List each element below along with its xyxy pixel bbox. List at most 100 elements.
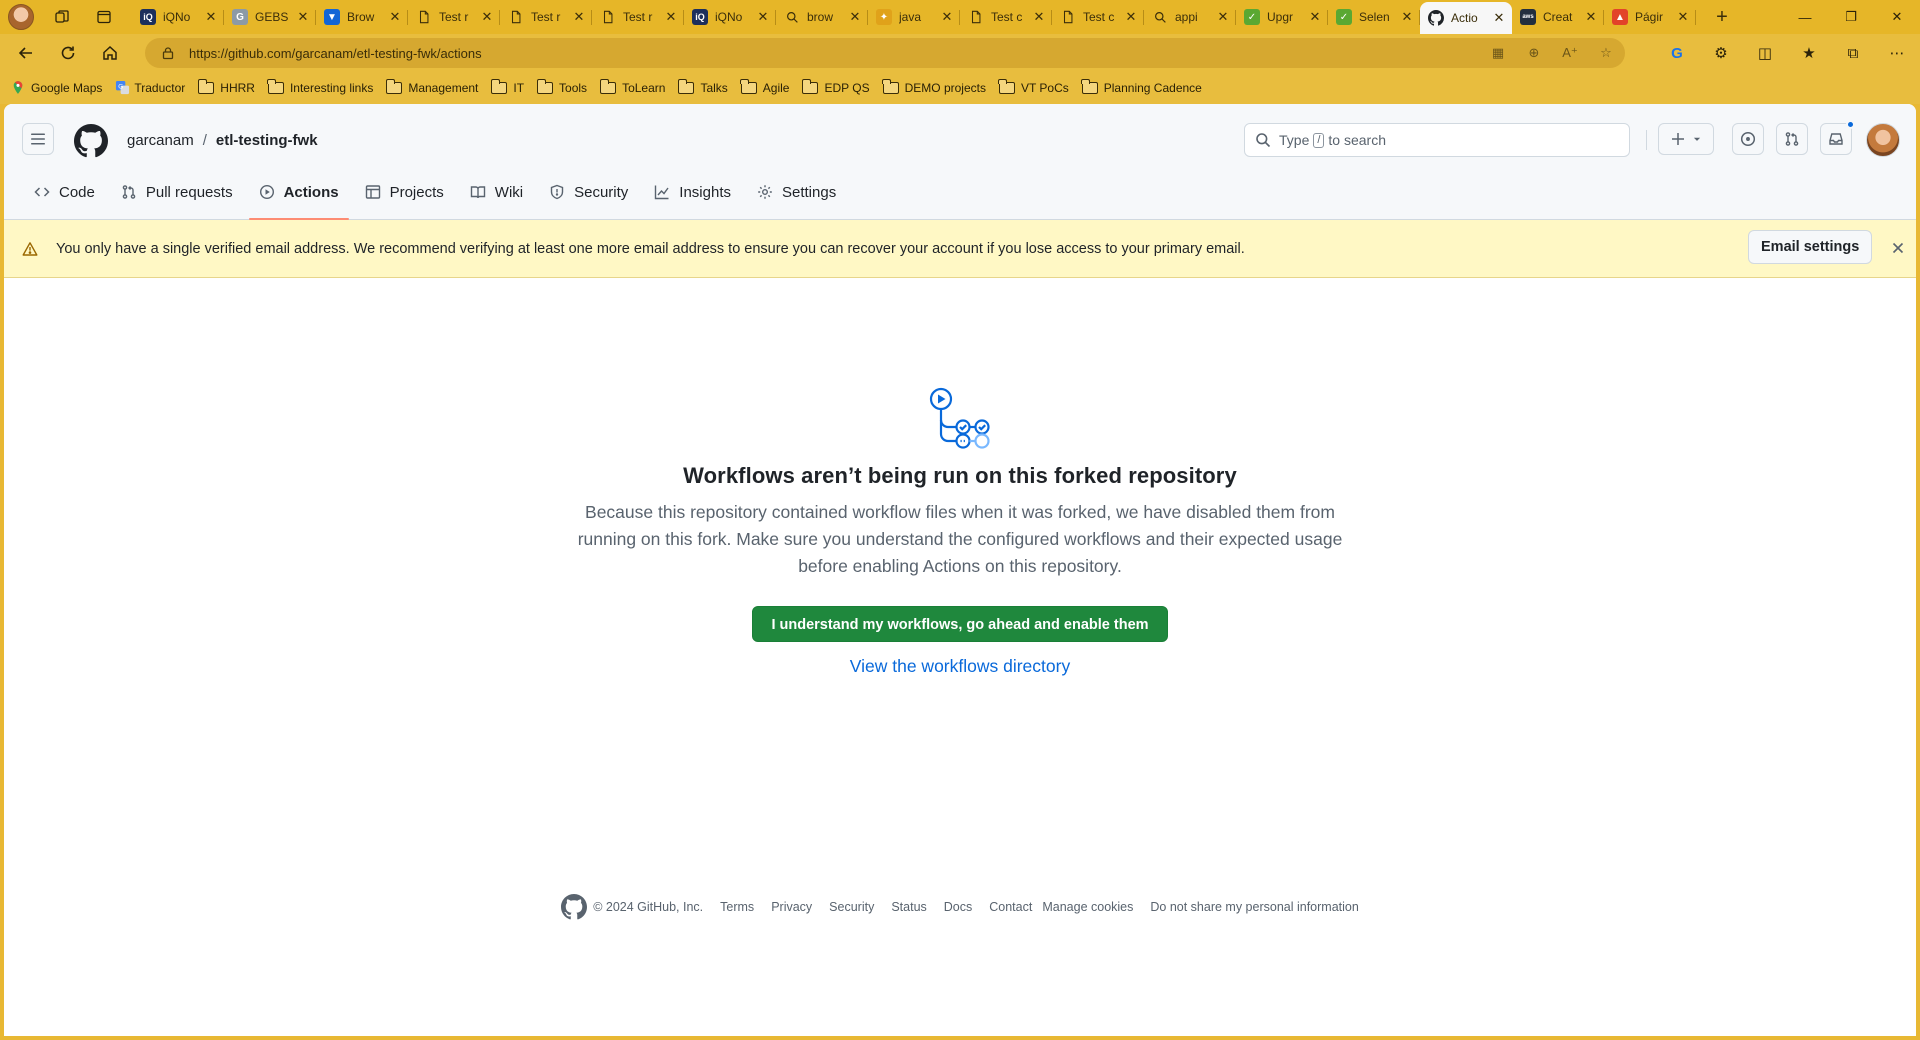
bookmark-item[interactable]: IT (490, 79, 524, 95)
browser-tab[interactable]: ▲ Págir ✕ (1604, 3, 1696, 31)
bookmark-item[interactable]: EDP QS (801, 79, 870, 95)
search-input[interactable]: Type / to search (1244, 123, 1630, 157)
browser-tab[interactable]: ✦ java ✕ (868, 3, 960, 31)
browser-tab[interactable]: ✓ Upgr ✕ (1236, 3, 1328, 31)
tab-close-icon[interactable]: ✕ (1124, 9, 1138, 24)
tab-close-icon[interactable]: ✕ (296, 9, 310, 24)
tab-code[interactable]: Code (24, 174, 105, 210)
bookmark-item[interactable]: Talks (677, 79, 728, 95)
tab-projects[interactable]: Projects (355, 174, 454, 210)
workspaces-icon[interactable] (48, 3, 76, 31)
browser-tab[interactable]: appi ✕ (1144, 3, 1236, 31)
browser-tab[interactable]: iQ iQNo ✕ (132, 3, 224, 31)
browser-tab[interactable]: Actio ✕ (1420, 2, 1512, 34)
browser-tab[interactable]: Test r ✕ (592, 3, 684, 31)
footer-link-manage-cookies[interactable]: Manage cookies (1042, 900, 1133, 914)
github-footer-logo-icon[interactable] (561, 894, 588, 920)
back-button[interactable] (10, 37, 42, 69)
split-screen-icon[interactable]: ◫ (1748, 38, 1782, 68)
close-window-button[interactable]: ✕ (1874, 0, 1920, 34)
browser-tab[interactable]: ▼ Brow ✕ (316, 3, 408, 31)
browser-tab[interactable]: Test r ✕ (408, 3, 500, 31)
zoom-icon[interactable]: ⊕ (1525, 44, 1543, 62)
tab-wiki[interactable]: Wiki (460, 174, 533, 210)
issues-button[interactable] (1732, 123, 1764, 155)
tab-close-icon[interactable]: ✕ (1584, 9, 1598, 24)
footer-link-docs[interactable]: Docs (944, 900, 972, 914)
bookmark-item[interactable]: Google Maps (12, 80, 102, 96)
browser-profile-avatar[interactable] (8, 4, 34, 30)
bookmark-item[interactable]: VT PoCs (998, 79, 1069, 95)
browser-tab[interactable]: iQ iQNo ✕ (684, 3, 776, 31)
tab-security[interactable]: Security (539, 174, 638, 210)
bookmark-item[interactable]: Management (385, 79, 478, 95)
tab-close-icon[interactable]: ✕ (1032, 9, 1046, 24)
browser-tab[interactable]: brow ✕ (776, 3, 868, 31)
footer-link-contact[interactable]: Contact (989, 900, 1032, 914)
bookmark-item[interactable]: Planning Cadence (1081, 79, 1202, 95)
tab-insights[interactable]: Insights (644, 174, 741, 210)
user-avatar[interactable] (1866, 123, 1900, 157)
new-tab-button[interactable]: + (1708, 3, 1736, 31)
restore-button[interactable]: ❐ (1828, 0, 1874, 34)
footer-link-status[interactable]: Status (891, 900, 926, 914)
create-new-button[interactable] (1658, 123, 1714, 155)
tab-actions-icon[interactable] (90, 3, 118, 31)
minimize-button[interactable]: — (1782, 0, 1828, 34)
extensions-icon[interactable]: ⚙ (1704, 38, 1738, 68)
browser-tab[interactable]: Test c ✕ (960, 3, 1052, 31)
tab-close-icon[interactable]: ✕ (1216, 9, 1230, 24)
browser-tab[interactable]: G GEBS ✕ (224, 3, 316, 31)
bookmark-item[interactable]: Agile (740, 79, 789, 95)
bookmark-item[interactable]: ToLearn (599, 79, 665, 95)
tab-close-icon[interactable]: ✕ (664, 9, 678, 24)
enable-workflows-button[interactable]: I understand my workflows, go ahead and … (752, 606, 1168, 642)
tab-pull-requests[interactable]: Pull requests (111, 174, 243, 210)
translate-extension-icon[interactable]: G (1660, 38, 1694, 68)
tab-close-icon[interactable]: ✕ (1492, 10, 1506, 25)
tab-settings[interactable]: Settings (747, 174, 846, 210)
view-workflows-directory-link[interactable]: View the workflows directory (4, 656, 1916, 677)
repo-name-link[interactable]: etl-testing-fwk (216, 132, 318, 149)
read-aloud-icon[interactable]: A⁺ (1561, 44, 1579, 62)
favorite-star-icon[interactable]: ☆ (1597, 44, 1615, 62)
tab-actions[interactable]: Actions (248, 174, 349, 220)
collections-icon[interactable]: ⧉ (1836, 38, 1870, 68)
repo-owner-link[interactable]: garcanam (127, 132, 194, 149)
close-icon[interactable] (1890, 240, 1906, 256)
tab-close-icon[interactable]: ✕ (388, 9, 402, 24)
github-logo-icon[interactable] (74, 124, 108, 158)
bookmark-item[interactable]: Interesting links (267, 79, 373, 95)
bookmark-item[interactable]: DEMO projects (882, 79, 986, 95)
browser-tab[interactable]: aws Creat ✕ (1512, 3, 1604, 31)
favorites-icon[interactable]: ★ (1792, 38, 1826, 68)
tab-close-icon[interactable]: ✕ (940, 9, 954, 24)
tab-close-icon[interactable]: ✕ (480, 9, 494, 24)
hamburger-menu-button[interactable] (22, 123, 54, 155)
footer-link-security[interactable]: Security (829, 900, 874, 914)
tab-close-icon[interactable]: ✕ (1400, 9, 1414, 24)
home-button[interactable] (94, 37, 126, 69)
email-settings-button[interactable]: Email settings (1748, 230, 1873, 264)
tab-close-icon[interactable]: ✕ (572, 9, 586, 24)
address-bar[interactable]: https://github.com/garcanam/etl-testing-… (145, 38, 1625, 68)
tab-close-icon[interactable]: ✕ (756, 9, 770, 24)
tab-close-icon[interactable]: ✕ (1308, 9, 1322, 24)
pull-requests-button[interactable] (1776, 123, 1808, 155)
bookmark-item[interactable]: HHRR (197, 79, 255, 95)
inbox-button[interactable] (1820, 120, 1855, 155)
url-text[interactable]: https://github.com/garcanam/etl-testing-… (189, 46, 482, 61)
browser-tab[interactable]: ✓ Selen ✕ (1328, 3, 1420, 31)
browser-tab[interactable]: Test r ✕ (500, 3, 592, 31)
refresh-button[interactable] (52, 37, 84, 69)
browser-tab[interactable]: Test c ✕ (1052, 3, 1144, 31)
tab-close-icon[interactable]: ✕ (1676, 9, 1690, 24)
tab-close-icon[interactable]: ✕ (204, 9, 218, 24)
lock-icon[interactable] (161, 46, 175, 60)
tab-close-icon[interactable]: ✕ (848, 9, 862, 24)
bookmark-item[interactable]: G Traductor (115, 80, 185, 96)
footer-link-do-not-share-my-personal-information[interactable]: Do not share my personal information (1150, 900, 1358, 914)
more-menu-icon[interactable]: ⋯ (1880, 38, 1914, 68)
footer-link-terms[interactable]: Terms (720, 900, 754, 914)
app-available-icon[interactable]: ▦ (1489, 44, 1507, 62)
